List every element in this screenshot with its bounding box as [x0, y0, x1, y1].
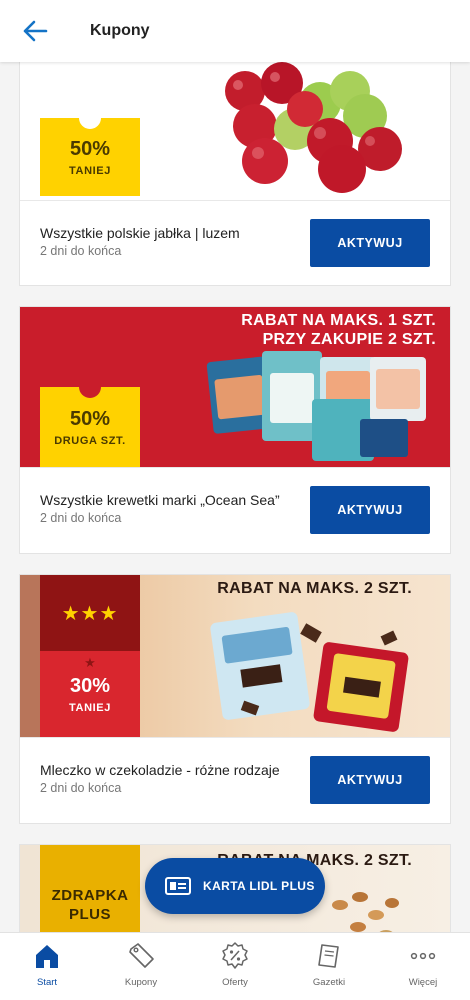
nav-label: Więcej [408, 977, 438, 988]
coupon-details: Mleczko w czekoladzie - różne rodzaje 2 … [20, 737, 450, 822]
discount-badge: 50% TANIEJ [40, 118, 140, 196]
activate-button[interactable]: AKTYWUJ [310, 486, 430, 534]
leaflet-icon [318, 944, 339, 968]
activate-button[interactable]: AKTYWUJ [310, 219, 430, 267]
coupon-expiry: 2 dni do końca [40, 781, 122, 795]
back-button[interactable] [14, 10, 56, 52]
fab-label: KARTA LIDL PLUS [203, 879, 315, 893]
rating-stars-icon: ★★★ [61, 602, 119, 625]
coupon-expiry: 2 dni do końca [40, 511, 122, 525]
coupon-expiry: 2 dni do końca [40, 244, 122, 258]
nav-item-wiecej[interactable]: Więcej [376, 933, 470, 1000]
discount-label: DRUGA SZT. [54, 434, 126, 447]
more-dots-icon [410, 952, 436, 960]
small-star-icon: ★ [84, 655, 96, 670]
coupon-list[interactable]: 50% TANIEJ Wszystkie polskie jabłka | lu… [0, 62, 470, 932]
bottom-nav: Start Kupony Oferty Gazetki Więcej [0, 932, 470, 1000]
coupon-card[interactable]: RABAT NA MAKS. 2 SZT. ★★★ ★ 30% TANIEJ M… [19, 574, 451, 824]
coupon-card[interactable]: 50% TANIEJ Wszystkie polskie jabłka | lu… [19, 62, 451, 286]
badge-top: ★★★ [40, 575, 140, 651]
nav-item-gazetki[interactable]: Gazetki [282, 933, 376, 1000]
discount-value: 30% [69, 674, 111, 697]
discount-label: TANIEJ [69, 164, 111, 177]
page-title: Kupony [90, 22, 150, 39]
badge-notch [79, 387, 101, 398]
nav-label: Kupony [124, 977, 158, 988]
badge-bottom: ★ 30% TANIEJ [40, 651, 140, 737]
badge-line-1: ZDRAPKA [51, 887, 129, 904]
lidl-plus-card-button[interactable]: KARTA LIDL PLUS [145, 858, 325, 914]
percent-badge-icon [222, 942, 248, 969]
arrow-left-icon [23, 20, 48, 42]
nav-item-start[interactable]: Start [0, 933, 94, 1000]
coupon-title: Mleczko w czekoladzie - różne rodzaje [40, 762, 280, 778]
coupon-details: Wszystkie polskie jabłka | luzem 2 dni d… [20, 200, 450, 285]
coupon-card[interactable]: RABAT NA MAKS. 1 SZT. PRZY ZAKUPIE 2 SZT… [19, 306, 451, 554]
coupon-title: Wszystkie krewetki marki „Ocean Sea” [40, 492, 280, 508]
nav-label: Gazetki [312, 977, 346, 988]
nav-item-kupony[interactable]: Kupony [94, 933, 188, 1000]
discount-value: 50% [69, 137, 111, 160]
loyalty-card-icon [165, 877, 191, 895]
discount-badge: ★★★ ★ 30% TANIEJ [40, 575, 140, 737]
discount-value: 50% [69, 407, 111, 430]
badge-notch [79, 118, 101, 129]
activate-button[interactable]: AKTYWUJ [310, 756, 430, 804]
nav-item-oferty[interactable]: Oferty [188, 933, 282, 1000]
nav-label: Oferty [222, 977, 248, 988]
discount-label: TANIEJ [69, 701, 111, 714]
scratch-badge: ZDRAPKA PLUS [40, 845, 140, 932]
coupon-banner: RABAT NA MAKS. 2 SZT. ★★★ ★ 30% TANIEJ [20, 575, 450, 737]
nav-label: Start [36, 977, 58, 988]
coupon-details: Wszystkie krewetki marki „Ocean Sea” 2 d… [20, 467, 450, 552]
discount-badge: 50% DRUGA SZT. [40, 387, 140, 467]
coupon-tag-icon [129, 943, 154, 968]
badge-line-2: PLUS [68, 906, 111, 923]
coupon-title: Wszystkie polskie jabłka | luzem [40, 225, 240, 241]
coupon-banner: 50% TANIEJ [20, 62, 450, 200]
home-icon [36, 945, 58, 968]
app-header: Kupony [0, 0, 470, 62]
coupon-banner: RABAT NA MAKS. 1 SZT. PRZY ZAKUPIE 2 SZT… [20, 307, 450, 467]
